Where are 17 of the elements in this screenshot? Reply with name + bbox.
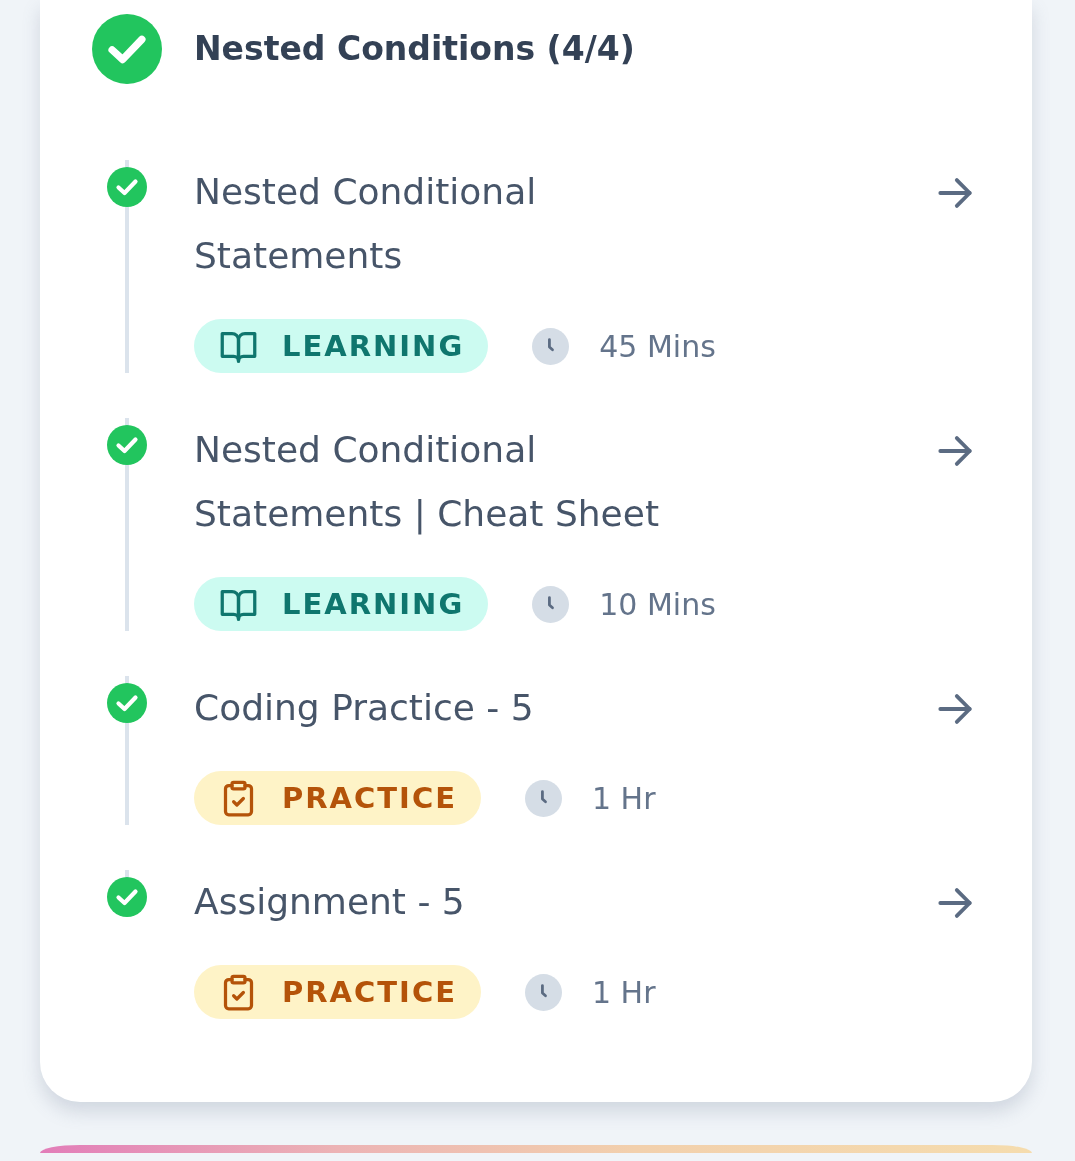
duration-text: 1 Hr [592, 974, 656, 1010]
category-tag: PRACTICE [194, 771, 481, 825]
category-tag: LEARNING [194, 319, 489, 373]
clock-icon [532, 585, 570, 623]
duration-text: 1 Hr [592, 780, 656, 816]
lesson-title: Assignment - 5 [194, 880, 465, 924]
clock-icon [525, 973, 562, 1011]
category-tag: LEARNING [194, 577, 489, 631]
lesson-title: Coding Practice - 5 [194, 686, 534, 730]
category-tag: PRACTICE [194, 965, 481, 1019]
lesson-title: Nested Conditional Statements | Cheat Sheet [194, 428, 660, 537]
clock-icon [525, 779, 562, 817]
duration-text: 10 Mins [599, 586, 716, 622]
duration-text: 45 Mins [599, 328, 716, 364]
section-title: Nested Conditions (4/4) [194, 28, 636, 70]
clock-icon [532, 327, 570, 365]
lesson-title: Nested Conditional Statements [194, 170, 538, 278]
